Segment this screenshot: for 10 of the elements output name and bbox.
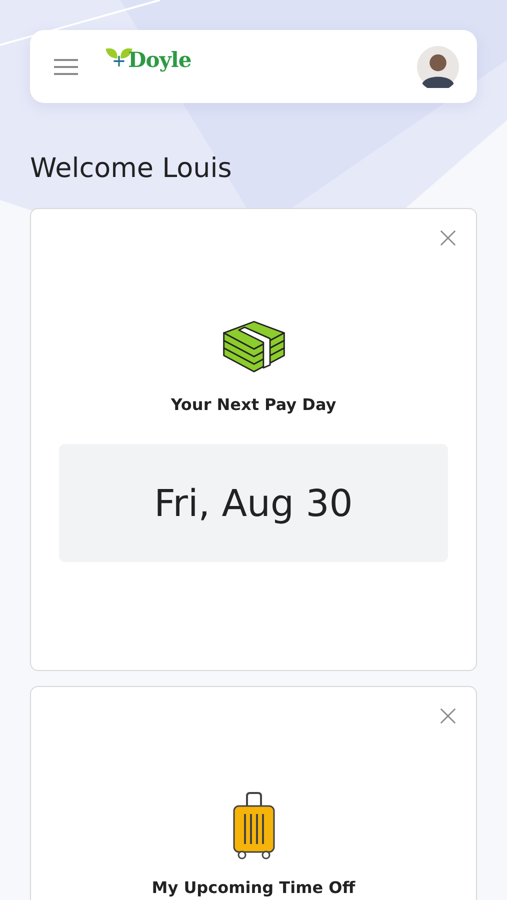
pay-date: Fri, Aug 30 [154, 482, 353, 524]
close-icon[interactable] [440, 230, 456, 246]
logo-text: Doyle [128, 47, 192, 72]
close-icon[interactable] [440, 708, 456, 724]
suitcase-icon [230, 792, 276, 860]
card-title: My Upcoming Time Off [152, 878, 356, 897]
card-title: Your Next Pay Day [170, 395, 336, 414]
avatar[interactable] [417, 46, 459, 88]
greeting: Welcome Louis [30, 153, 233, 185]
menu-icon[interactable] [54, 58, 78, 76]
